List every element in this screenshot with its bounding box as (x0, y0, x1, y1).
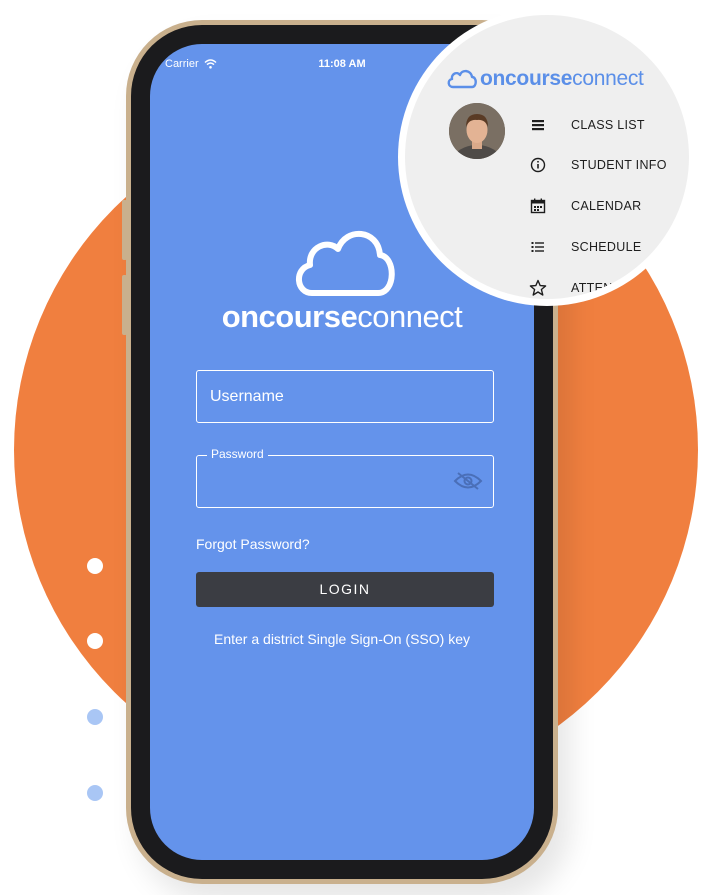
forgot-password-link[interactable]: Forgot Password? (196, 536, 310, 552)
decorative-dot (87, 558, 103, 574)
menu-item-class-list[interactable]: CLASS LIST (529, 116, 645, 134)
decorative-dot (87, 709, 103, 725)
eye-off-icon[interactable] (453, 471, 483, 491)
password-label: Password (207, 447, 268, 461)
brand-logo-text: oncourseconnect (221, 299, 463, 334)
info-icon (529, 156, 547, 174)
menu-item-student-info[interactable]: STUDENT INFO (529, 156, 667, 174)
schedule-icon (529, 238, 547, 256)
menu-item-calendar[interactable]: CALENDAR (529, 197, 641, 215)
username-input[interactable]: Username (196, 370, 494, 423)
star-icon (529, 279, 547, 297)
username-placeholder: Username (210, 388, 284, 405)
decorative-dot (87, 633, 103, 649)
phone-volume-button (122, 200, 127, 260)
menu-zoom-callout: oncourseconnect CLASS LIST STUDENT INFO (398, 8, 696, 306)
menu-item-schedule[interactable]: SCHEDULE (529, 238, 641, 256)
student-avatar (449, 103, 505, 159)
menu-item-attendance[interactable]: ATTENDA (529, 279, 631, 297)
login-button[interactable]: LOGIN (196, 572, 494, 607)
phone-volume-button (122, 275, 127, 335)
decorative-dot (87, 785, 103, 801)
cloud-logo-icon (447, 69, 477, 89)
password-input[interactable]: Password (196, 447, 494, 508)
menu-brand-logo: oncourseconnect (447, 67, 644, 91)
sso-key-link[interactable]: Enter a district Single Sign-On (SSO) ke… (150, 631, 534, 647)
cloud-logo-icon (296, 231, 395, 296)
calendar-icon (529, 197, 547, 215)
list-icon (529, 116, 547, 134)
menu-zoom-content: oncourseconnect CLASS LIST STUDENT INFO (405, 15, 689, 299)
